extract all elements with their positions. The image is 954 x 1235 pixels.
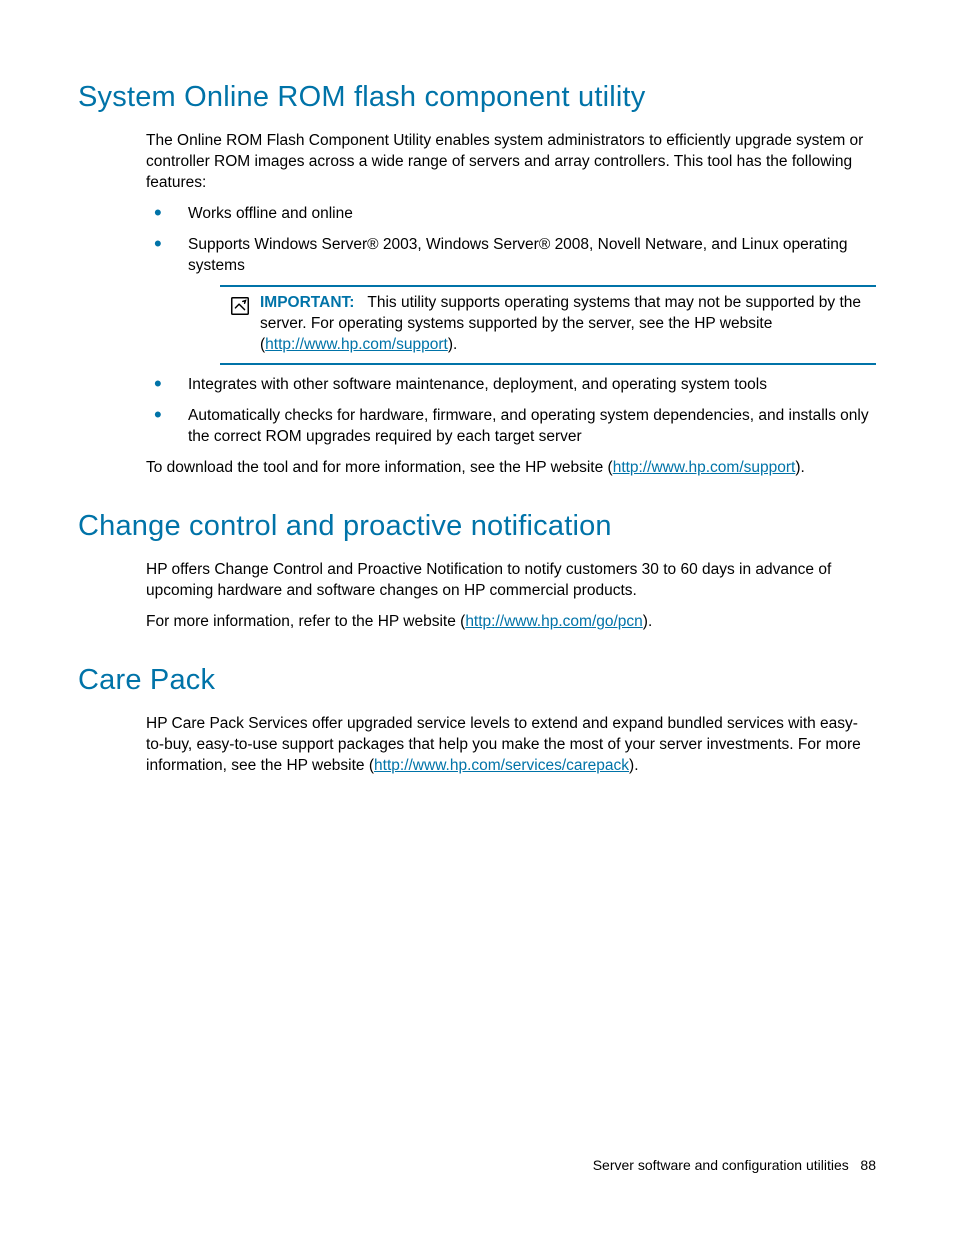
list-item: Works offline and online	[146, 204, 876, 225]
heading-care-pack: Care Pack	[78, 661, 876, 700]
p2-before: For more information, refer to the HP we…	[146, 613, 465, 630]
p1-link[interactable]: http://www.hp.com/services/carepack	[374, 757, 629, 774]
page-footer: Server software and configuration utilit…	[593, 1156, 876, 1175]
list-item: Integrates with other software maintenan…	[146, 375, 876, 396]
p1-care-pack: HP Care Pack Services offer upgraded ser…	[146, 714, 876, 777]
heading-rom-flash: System Online ROM flash component utilit…	[78, 78, 876, 117]
important-callout: IMPORTANT: This utility supports operati…	[220, 285, 876, 366]
outro-rom-flash: To download the tool and for more inform…	[146, 458, 876, 479]
list-item: Supports Windows Server® 2003, Windows S…	[146, 235, 876, 366]
callout-link[interactable]: http://www.hp.com/support	[265, 336, 448, 353]
section-care-pack: Care Pack HP Care Pack Services offer up…	[78, 661, 876, 777]
heading-change-control: Change control and proactive notificatio…	[78, 507, 876, 546]
callout-body-after: ).	[448, 336, 457, 353]
p1-after: ).	[629, 757, 638, 774]
outro-link[interactable]: http://www.hp.com/support	[613, 459, 796, 476]
p2-link[interactable]: http://www.hp.com/go/pcn	[465, 613, 642, 630]
section-rom-flash: System Online ROM flash component utilit…	[78, 78, 876, 479]
list-item: Automatically checks for hardware, firmw…	[146, 406, 876, 448]
bullet-list-post: Integrates with other software maintenan…	[146, 375, 876, 448]
outro-before: To download the tool and for more inform…	[146, 459, 613, 476]
outro-after: ).	[795, 459, 804, 476]
footer-page-number: 88	[860, 1157, 876, 1173]
callout-label: IMPORTANT:	[260, 294, 354, 311]
p1-change-control: HP offers Change Control and Proactive N…	[146, 560, 876, 602]
p2-after: ).	[643, 613, 652, 630]
list-item-text: Supports Windows Server® 2003, Windows S…	[188, 236, 848, 274]
intro-rom-flash: The Online ROM Flash Component Utility e…	[146, 131, 876, 194]
section-change-control: Change control and proactive notificatio…	[78, 507, 876, 633]
footer-text: Server software and configuration utilit…	[593, 1157, 849, 1173]
callout-text: IMPORTANT: This utility supports operati…	[260, 293, 876, 356]
bullet-list-pre: Works offline and online Supports Window…	[146, 204, 876, 366]
p2-change-control: For more information, refer to the HP we…	[146, 612, 876, 633]
important-icon	[220, 293, 260, 317]
